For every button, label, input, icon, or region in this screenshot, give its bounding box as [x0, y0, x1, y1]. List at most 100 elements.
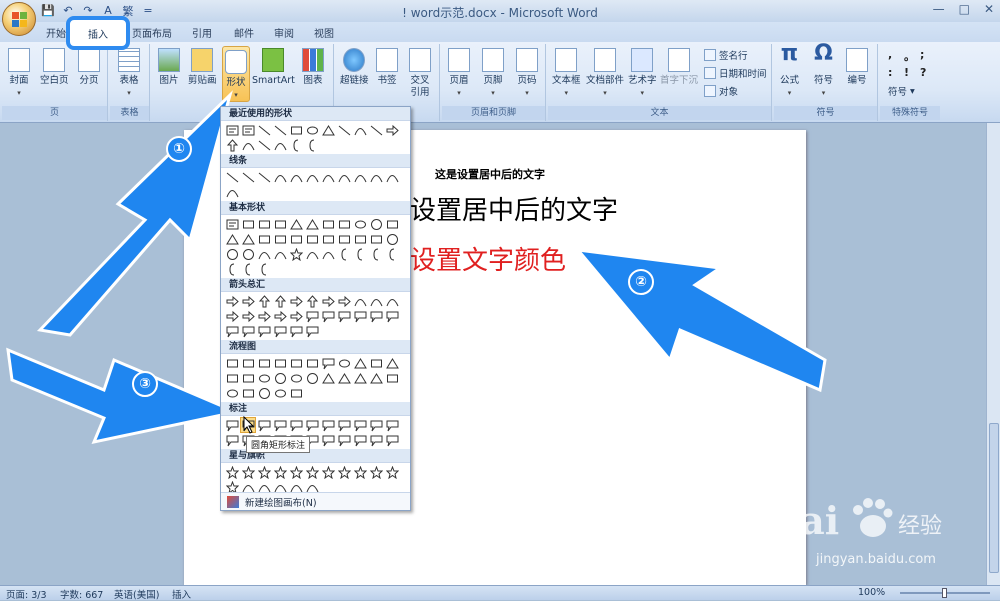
shape-option[interactable] [353, 232, 367, 246]
shape-option[interactable] [337, 170, 351, 184]
shape-option[interactable] [289, 356, 303, 370]
shape-option[interactable] [289, 247, 303, 261]
shape-option[interactable] [225, 309, 239, 323]
shape-option[interactable] [225, 247, 239, 261]
shape-option[interactable] [225, 465, 239, 479]
shape-option[interactable] [337, 247, 351, 261]
maximize-icon[interactable]: □ [959, 2, 970, 16]
shape-option[interactable] [385, 465, 399, 479]
shape-option[interactable] [257, 170, 271, 184]
shape-option[interactable] [241, 324, 255, 338]
shape-option[interactable] [289, 138, 303, 152]
shape-option[interactable] [353, 170, 367, 184]
wordart-button[interactable]: 艺术字 ▾ [628, 48, 657, 99]
shape-option[interactable] [257, 217, 271, 231]
tab-review[interactable]: 审阅 [274, 25, 294, 40]
semicolon-symbol[interactable]: ; [920, 48, 934, 64]
shape-option[interactable] [321, 465, 335, 479]
period-symbol[interactable]: 。 [904, 48, 918, 64]
shape-option[interactable] [225, 386, 239, 400]
shape-option[interactable] [385, 309, 399, 323]
shape-option[interactable] [385, 170, 399, 184]
shape-option[interactable] [353, 217, 367, 231]
shape-option[interactable] [273, 217, 287, 231]
shape-option[interactable] [305, 247, 319, 261]
document-text-line[interactable]: 设置居中后的文字 [410, 190, 618, 227]
shape-option[interactable] [289, 386, 303, 400]
numbering-button[interactable]: 编号 [846, 48, 868, 87]
shape-option[interactable] [241, 386, 255, 400]
shape-option[interactable] [257, 465, 271, 479]
shape-option[interactable] [273, 232, 287, 246]
shape-option[interactable] [289, 232, 303, 246]
shape-option[interactable] [225, 123, 239, 137]
shape-option[interactable] [305, 309, 319, 323]
tab-home[interactable]: 开始 [46, 25, 66, 40]
shape-option[interactable] [385, 123, 399, 137]
shape-option[interactable] [305, 418, 319, 432]
shape-option[interactable] [273, 294, 287, 308]
shape-option[interactable] [385, 247, 399, 261]
comma-symbol[interactable]: , [888, 48, 902, 64]
shape-option[interactable] [241, 170, 255, 184]
status-mode[interactable]: 插入 [172, 587, 191, 601]
shape-option[interactable] [257, 386, 271, 400]
shape-option[interactable] [321, 309, 335, 323]
shape-option[interactable] [321, 123, 335, 137]
status-words[interactable]: 字数: 667 [60, 587, 103, 601]
shape-option[interactable] [337, 418, 351, 432]
exclamation-symbol[interactable]: ! [904, 66, 918, 79]
drop-cap-button[interactable]: 首字下沉 [660, 48, 698, 87]
status-page[interactable]: 页面: 3/3 [6, 587, 47, 601]
date-time-button[interactable]: 日期和时间 [704, 66, 767, 80]
document-text-line[interactable]: 这是设置居中后的文字 [435, 166, 545, 182]
shape-option[interactable] [273, 465, 287, 479]
shape-option[interactable] [369, 294, 383, 308]
cover-page-button[interactable]: 封面 ▾ [8, 48, 30, 99]
shape-option[interactable] [305, 123, 319, 137]
new-drawing-canvas-item[interactable]: 新建绘图画布(N) [221, 492, 410, 510]
shape-option[interactable] [257, 262, 271, 276]
shape-option[interactable] [353, 123, 367, 137]
shape-option[interactable] [369, 123, 383, 137]
shape-option[interactable] [225, 294, 239, 308]
shape-option[interactable] [289, 465, 303, 479]
shape-option[interactable] [369, 356, 383, 370]
shape-option[interactable] [353, 356, 367, 370]
shape-option[interactable] [321, 170, 335, 184]
shape-option[interactable] [385, 433, 399, 447]
symbol-button[interactable]: Ω 符号 ▾ [814, 43, 833, 99]
shape-option[interactable] [241, 123, 255, 137]
shape-option[interactable] [241, 294, 255, 308]
shape-option[interactable] [305, 371, 319, 385]
shape-option[interactable] [385, 294, 399, 308]
shape-option[interactable] [257, 294, 271, 308]
equation-button[interactable]: π 公式 ▾ [780, 43, 799, 99]
object-button[interactable]: 对象 [704, 84, 738, 98]
status-language[interactable]: 英语(美国) [114, 587, 159, 601]
header-button[interactable]: 页眉 ▾ [448, 48, 470, 99]
vertical-scrollbar[interactable] [986, 123, 1000, 585]
tab-mailings[interactable]: 邮件 [234, 25, 254, 40]
shape-option[interactable] [337, 217, 351, 231]
chart-button[interactable]: 图表 [302, 48, 324, 87]
shape-option[interactable] [337, 371, 351, 385]
shape-option[interactable] [225, 217, 239, 231]
shape-option[interactable] [241, 247, 255, 261]
shape-option[interactable] [369, 418, 383, 432]
shape-option[interactable] [257, 123, 271, 137]
shape-option[interactable] [289, 123, 303, 137]
shape-option[interactable] [369, 433, 383, 447]
shape-option[interactable] [225, 433, 239, 447]
textbox-button[interactable]: 文本框 ▾ [552, 48, 581, 99]
shape-option[interactable] [225, 418, 239, 432]
shape-option[interactable] [273, 247, 287, 261]
shape-option[interactable] [273, 324, 287, 338]
shape-option[interactable] [273, 386, 287, 400]
shape-option[interactable] [305, 232, 319, 246]
shape-option[interactable] [289, 324, 303, 338]
shape-option[interactable] [257, 232, 271, 246]
shape-option[interactable] [321, 232, 335, 246]
shape-option[interactable] [369, 465, 383, 479]
zoom-slider-handle[interactable] [942, 588, 947, 598]
